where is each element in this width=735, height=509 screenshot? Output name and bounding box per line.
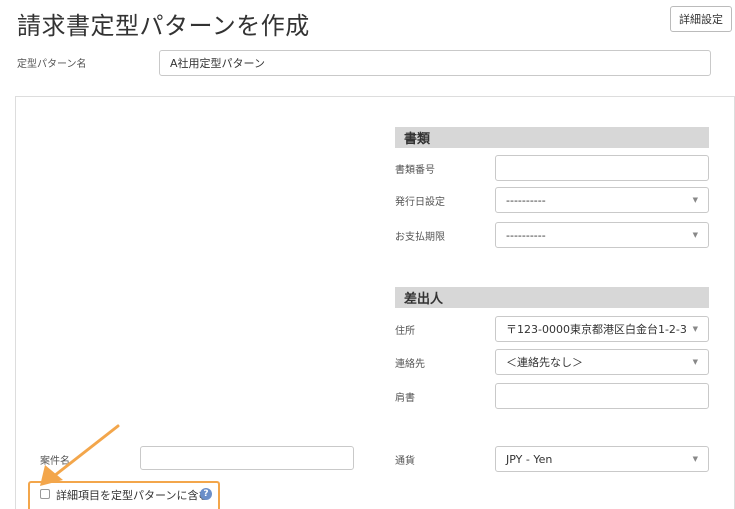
pattern-name-input[interactable]: A社用定型パターン: [159, 50, 711, 76]
chevron-down-icon: ▼: [692, 358, 698, 366]
page-title: 請求書定型パターンを作成: [17, 12, 310, 40]
address-label: 住所: [395, 326, 415, 337]
contact-select[interactable]: ＜連絡先なし＞ ▼: [495, 349, 709, 375]
currency-label: 通貨: [395, 456, 415, 467]
currency-value: JPY - Yen: [506, 452, 553, 466]
sender-title-label: 肩書: [395, 393, 415, 404]
chevron-down-icon: ▼: [692, 231, 698, 239]
help-icon[interactable]: ?: [200, 488, 212, 500]
pattern-name-value: A社用定型パターン: [170, 57, 265, 70]
chevron-down-icon: ▼: [692, 325, 698, 333]
project-name-input[interactable]: [140, 446, 354, 470]
detail-settings-button[interactable]: 詳細設定: [670, 6, 732, 32]
chevron-down-icon: ▼: [692, 455, 698, 463]
doc-number-input[interactable]: [495, 155, 709, 181]
address-value: 〒123-0000東京都港区白金台1-2-3: [506, 323, 687, 336]
issue-date-value: ----------: [506, 193, 546, 207]
pattern-name-label: 定型パターン名: [17, 59, 87, 70]
due-date-label: お支払期限: [395, 232, 445, 243]
sender-title-input[interactable]: [495, 383, 709, 409]
annotation-arrow-icon: [40, 424, 120, 486]
chevron-down-icon: ▼: [692, 196, 698, 204]
documents-section-heading: 書類: [395, 127, 709, 148]
due-date-value: ----------: [506, 228, 546, 242]
due-date-select[interactable]: ---------- ▼: [495, 222, 709, 248]
contact-label: 連絡先: [395, 359, 425, 370]
contact-value: ＜連絡先なし＞: [506, 356, 583, 369]
currency-select[interactable]: JPY - Yen ▼: [495, 446, 709, 472]
doc-number-label: 書類番号: [395, 165, 435, 176]
issue-date-select[interactable]: ---------- ▼: [495, 187, 709, 213]
address-select[interactable]: 〒123-0000東京都港区白金台1-2-3 ▼: [495, 316, 709, 342]
sender-section-heading: 差出人: [395, 287, 709, 308]
issue-date-label: 発行日設定: [395, 197, 445, 208]
